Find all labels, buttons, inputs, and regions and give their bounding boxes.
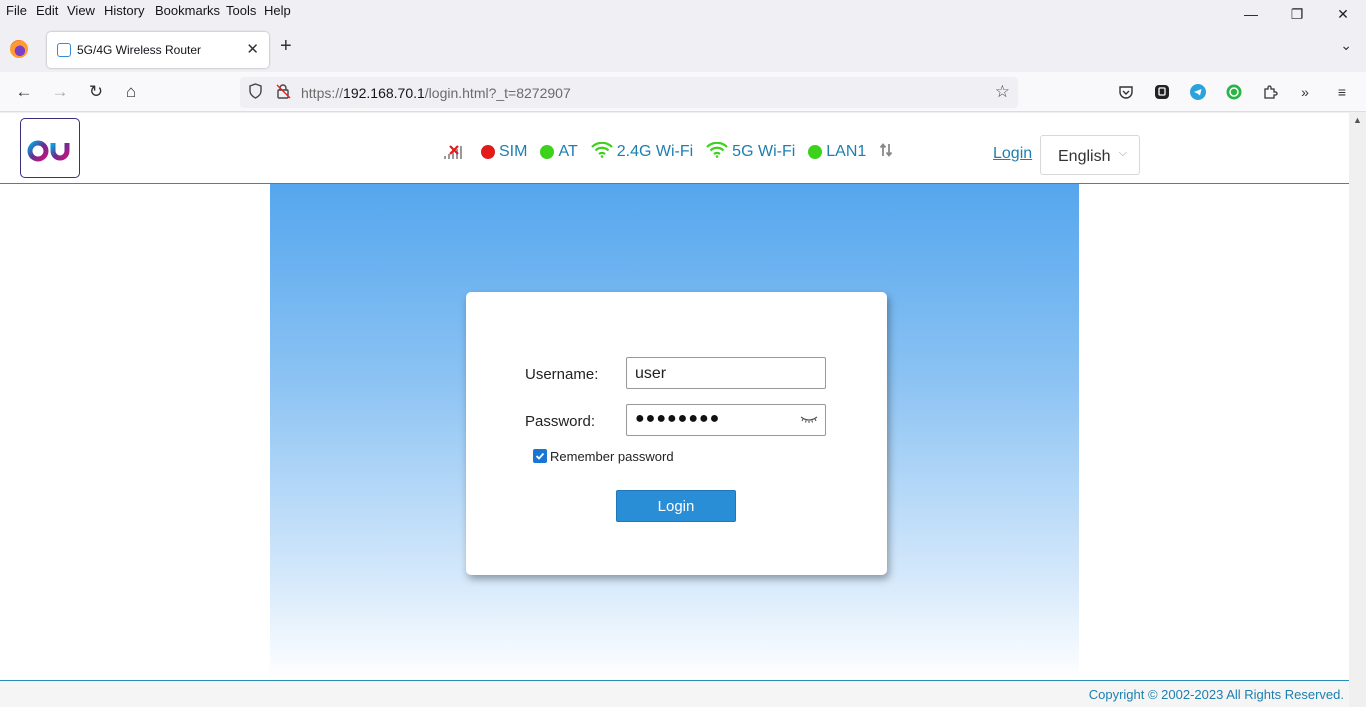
signal-no-service-icon (443, 144, 463, 160)
close-window-button[interactable]: ✕ (1320, 0, 1366, 28)
restore-button[interactable]: ❐ (1274, 0, 1320, 28)
minimize-button[interactable]: — (1228, 0, 1274, 28)
tab-title: 5G/4G Wireless Router (77, 43, 202, 57)
eye-closed-icon[interactable] (800, 411, 818, 432)
wifi-24g-label: 2.4G Wi-Fi (616, 143, 694, 160)
login-card: Username: user Password: ●●●●●●●● Rememb… (466, 292, 887, 575)
login-link[interactable]: Login (993, 145, 1032, 163)
list-all-tabs-button[interactable]: ⌄ (1340, 37, 1352, 54)
overflow-menu-icon[interactable]: » (1295, 82, 1315, 102)
username-input[interactable]: user (626, 357, 826, 389)
lan1-status-label: LAN1 (826, 143, 867, 160)
menu-bar: File Edit View History Bookmarks Tools H… (0, 0, 1366, 22)
wifi-5g-icon (706, 141, 728, 163)
sim-status-label: SIM (499, 143, 528, 160)
page-header: SIM AT 2.4G Wi-Fi 5G Wi-Fi LAN1 Login En… (0, 113, 1349, 184)
reload-button[interactable]: ↻ (84, 80, 108, 104)
sim-status-dot-icon (481, 145, 495, 159)
menu-edit[interactable]: Edit (36, 3, 58, 18)
navigation-toolbar: ← → ↻ ⌂ https://192.168.70.1/login.html?… (0, 72, 1366, 112)
remember-password-checkbox[interactable] (533, 449, 547, 463)
wifi-24g-icon (590, 141, 613, 163)
du-logo (20, 118, 80, 178)
tracking-shield-icon[interactable] (248, 83, 263, 103)
language-value: English (1058, 148, 1111, 165)
firefox-logo-icon[interactable] (10, 40, 28, 58)
home-button[interactable]: ⌂ (119, 80, 143, 104)
password-value: ●●●●●●●● (635, 410, 721, 427)
telegram-icon[interactable] (1188, 82, 1208, 102)
new-tab-button[interactable]: + (280, 35, 292, 58)
remember-password-label[interactable]: Remember password (550, 449, 674, 464)
language-select[interactable]: English ⌵ (1040, 135, 1140, 175)
at-status-dot-icon (540, 145, 555, 159)
login-button[interactable]: Login (616, 490, 736, 522)
data-transfer-arrows-icon (879, 142, 893, 163)
forward-button[interactable]: → (48, 80, 72, 104)
menu-file[interactable]: File (6, 3, 27, 18)
extensions-puzzle-icon[interactable] (1260, 82, 1280, 102)
menu-tools[interactable]: Tools (226, 3, 256, 18)
scroll-up-arrow-icon[interactable]: ▲ (1353, 115, 1362, 125)
username-value: user (635, 365, 667, 382)
hamburger-menu-icon[interactable]: ≡ (1332, 82, 1352, 102)
tab-strip: 5G/4G Wireless Router ✕ + ⌄ (0, 28, 1366, 72)
lock-warning-icon[interactable] (276, 83, 292, 102)
bookmark-star-icon[interactable]: ☆ (995, 82, 1010, 102)
password-label: Password: (525, 413, 596, 430)
lan1-status-dot-icon (808, 145, 823, 159)
at-status-label: AT (558, 143, 578, 160)
chevron-down-icon: ⌵ (1118, 147, 1127, 159)
status-bar: SIM AT 2.4G Wi-Fi 5G Wi-Fi LAN1 (443, 141, 893, 163)
tab-close-icon[interactable]: ✕ (246, 40, 259, 58)
wifi-5g-label: 5G Wi-Fi (732, 143, 796, 160)
page-viewport: SIM AT 2.4G Wi-Fi 5G Wi-Fi LAN1 Login En… (0, 113, 1349, 707)
url-text[interactable]: https://192.168.70.1/login.html?_t=82729… (301, 85, 571, 101)
vertical-scrollbar[interactable]: ▲ (1349, 113, 1366, 707)
menu-history[interactable]: History (104, 3, 144, 18)
page-footer: Copyright © 2002-2023 All Rights Reserve… (0, 680, 1349, 707)
menu-bookmarks[interactable]: Bookmarks (155, 3, 220, 18)
back-button[interactable]: ← (12, 80, 36, 104)
copyright-text: Copyright © 2002-2023 All Rights Reserve… (1088, 687, 1344, 702)
pocket-icon[interactable] (1116, 82, 1136, 102)
menu-help[interactable]: Help (264, 3, 291, 18)
whatsapp-icon[interactable] (1224, 82, 1244, 102)
url-bar[interactable]: https://192.168.70.1/login.html?_t=82729… (240, 77, 1018, 108)
menu-view[interactable]: View (67, 3, 95, 18)
password-input[interactable]: ●●●●●●●● (626, 404, 826, 436)
tab-router[interactable]: 5G/4G Wireless Router ✕ (47, 32, 269, 68)
extension-copy-icon[interactable] (1152, 82, 1172, 102)
username-label: Username: (525, 366, 599, 383)
router-favicon-icon (57, 43, 71, 57)
